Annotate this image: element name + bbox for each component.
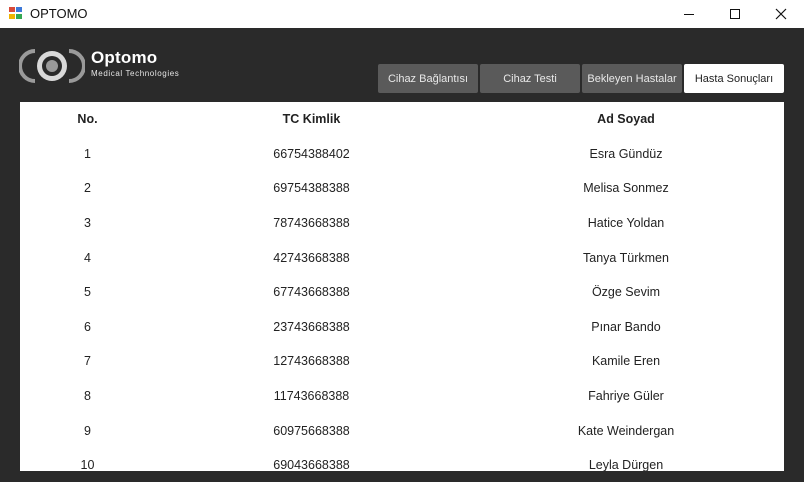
cell-ad-soyad: Kamile Eren [591,354,661,369]
column-header-no[interactable]: No. [20,102,155,137]
main-window: Optomo Medical Technologies Cihaz Bağlan… [0,28,804,482]
cell-ad-soyad: Melisa Sonmez [583,181,669,196]
cell-no: 10 [80,458,95,471]
table-row[interactable]: 2 69754388388 Melisa Sonmez [20,171,784,206]
table-row[interactable]: 8 11743668388 Fahriye Güler [20,379,784,414]
cell-ad-soyad: Tanya Türkmen [583,250,669,265]
minimize-icon [684,13,694,15]
cell-no: 4 [84,250,91,265]
cell-tc-kimlik: 69754388388 [273,181,350,196]
cell-tc-kimlik: 23743668388 [273,319,350,334]
close-button[interactable] [758,0,804,28]
cell-no: 1 [84,146,91,161]
cell-tc-kimlik: 60975668388 [273,423,350,438]
tab-cihaz-testi[interactable]: Cihaz Testi [480,64,580,93]
cell-no: 9 [84,423,91,438]
cell-ad-soyad: Esra Gündüz [589,146,663,161]
cell-no: 5 [84,285,91,300]
table-row[interactable]: 5 67743668388 Özge Sevim [20,275,784,310]
tab-hasta-sonuclari[interactable]: Hasta Sonuçları [684,64,784,93]
cell-tc-kimlik: 66754388402 [273,146,350,161]
table-row[interactable]: 7 12743668388 Kamile Eren [20,344,784,379]
cell-ad-soyad: Hatice Yoldan [587,216,665,231]
cell-no: 2 [84,181,91,196]
table-row[interactable]: 10 69043668388 Leyla Dürgen [20,448,784,471]
tab-cihaz-baglantisi[interactable]: Cihaz Bağlantısı [378,64,478,93]
optomo-logo-icon [19,49,85,83]
cell-tc-kimlik: 69043668388 [273,458,350,471]
results-table[interactable]: No. TC Kimlik Ad Soyad 1 66754388402 Esra … [20,102,784,471]
table-row[interactable]: 3 78743668388 Hatice Yoldan [20,206,784,241]
app-icon [9,7,23,20]
cell-ad-soyad: Özge Sevim [591,285,661,300]
close-icon [775,8,787,20]
brand-tagline: Medical Technologies [91,69,180,78]
cell-ad-soyad: Pınar Bando [591,319,661,334]
table-row[interactable]: 9 60975668388 Kate Weindergan [20,413,784,448]
cell-ad-soyad: Leyla Dürgen [588,458,664,471]
title-bar: OPTOMO [0,0,804,28]
cell-no: 6 [84,319,91,334]
cell-tc-kimlik: 67743668388 [273,285,350,300]
table-header-row: No. TC Kimlik Ad Soyad [20,102,784,137]
window-title: OPTOMO [30,6,88,21]
cell-ad-soyad: Fahriye Güler [588,389,664,404]
cell-no: 7 [84,354,91,369]
cell-tc-kimlik: 42743668388 [273,250,350,265]
brand-name: Optomo [91,48,158,67]
column-header-tc-kimlik[interactable]: TC Kimlik [155,102,468,137]
minimize-button[interactable] [666,0,712,28]
maximize-icon [730,9,740,19]
tab-bekleyen-hastalar[interactable]: Bekleyen Hastalar [582,64,682,93]
column-header-ad-soyad[interactable]: Ad Soyad [468,102,784,137]
table-row[interactable]: 1 66754388402 Esra Gündüz [20,137,784,172]
cell-tc-kimlik: 12743668388 [273,354,350,369]
cell-no: 8 [84,389,91,404]
table-row[interactable]: 6 23743668388 Pınar Bando [20,310,784,345]
maximize-button[interactable] [712,0,758,28]
cell-tc-kimlik: 78743668388 [273,216,350,231]
cell-tc-kimlik: 11743668388 [273,389,350,404]
cell-no: 3 [84,216,91,231]
table-row[interactable]: 4 42743668388 Tanya Türkmen [20,240,784,275]
cell-ad-soyad: Kate Weindergan [577,423,675,438]
